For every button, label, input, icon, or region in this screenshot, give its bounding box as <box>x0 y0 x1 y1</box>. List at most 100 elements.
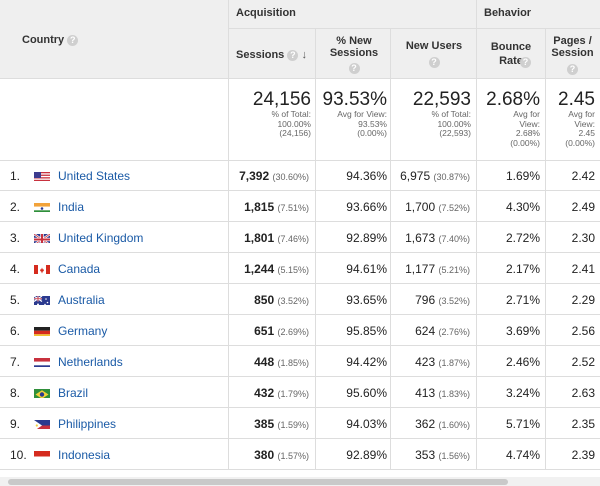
gb-flag-icon <box>34 233 50 243</box>
new-users-cell: 1,177 (5.21%) <box>390 262 470 276</box>
horizontal-scrollbar-thumb[interactable] <box>8 479 508 485</box>
new-users-cell: 796 (3.52%) <box>390 293 470 307</box>
country-link[interactable]: Indonesia <box>58 448 110 462</box>
de-flag-icon <box>34 325 50 336</box>
bounce-rate-cell: 3.24% <box>505 386 540 400</box>
total-bounce-rate-sub-4: (0.00%) <box>510 137 540 148</box>
total-pages-session-value: 2.45 <box>558 89 595 110</box>
de-flag-icon <box>34 327 50 336</box>
pages-session-column-header[interactable]: Pages / Session ? <box>545 35 600 75</box>
country-link[interactable]: Brazil <box>58 386 88 400</box>
sessions-cell: 651 (2.69%) <box>228 324 309 338</box>
sessions-percent: (7.51%) <box>277 203 309 213</box>
sessions-value: 385 <box>254 417 275 431</box>
new-sessions-cell: 94.61% <box>346 262 387 276</box>
new-sessions-column-header[interactable]: % New Sessions ? <box>318 35 390 74</box>
new-users-percent: (2.76%) <box>438 327 470 337</box>
country-link[interactable]: United Kingdom <box>58 231 143 245</box>
table-row: 7. Netherlands 448 (1.85%) 94.42% 423 (1… <box>0 346 600 377</box>
total-pages-session: 2.45 Avg for View: 2.45 (0.00%) <box>545 90 595 148</box>
sessions-value: 432 <box>254 386 275 400</box>
id-flag-icon <box>34 449 50 460</box>
help-icon[interactable]: ? <box>428 56 440 68</box>
sessions-percent: (1.79%) <box>277 389 309 399</box>
country-link[interactable]: India <box>58 200 84 214</box>
new-users-column-header[interactable]: New Users ? <box>393 40 475 68</box>
help-icon[interactable]: ? <box>567 63 578 75</box>
bounce-rate-cell: 2.72% <box>505 231 540 245</box>
help-icon[interactable]: ? <box>67 34 79 46</box>
help-icon[interactable]: ? <box>287 49 299 61</box>
new-users-value: 362 <box>415 417 436 431</box>
au-flag-icon <box>34 294 50 305</box>
table-row: 2. India 1,815 (7.51%) 93.66% 1,700 (7.5… <box>0 191 600 222</box>
country-link[interactable]: Canada <box>58 262 100 276</box>
bounce-rate-cell: 1.69% <box>505 169 540 183</box>
country-link[interactable]: Philippines <box>58 417 116 431</box>
country-link[interactable]: Germany <box>58 324 107 338</box>
new-users-percent: (7.52%) <box>438 203 470 213</box>
new-users-value: 1,177 <box>405 262 436 276</box>
country-link[interactable]: Netherlands <box>58 355 123 369</box>
bounce-rate-cell: 3.69% <box>505 324 540 338</box>
us-flag-icon <box>34 172 50 181</box>
row-number: 2. <box>10 200 21 214</box>
new-users-cell: 423 (1.87%) <box>390 355 470 369</box>
sessions-percent: (1.59%) <box>277 420 309 430</box>
sessions-cell: 850 (3.52%) <box>228 293 309 307</box>
sessions-percent: (30.60%) <box>272 172 309 182</box>
row-number: 5. <box>10 293 21 307</box>
au-flag-icon <box>34 295 50 305</box>
new-sessions-cell: 94.42% <box>346 355 387 369</box>
bounce-rate-cell: 4.30% <box>505 200 540 214</box>
sessions-percent: (5.15%) <box>277 265 309 275</box>
new-users-percent: (7.40%) <box>438 234 470 244</box>
table-row: 10. Indonesia 380 (1.57%) 92.89% 353 (1.… <box>0 439 600 470</box>
total-new-sessions: 93.53% Avg for View: 93.53% (0.00%) <box>315 90 387 139</box>
row-number: 8. <box>10 386 21 400</box>
sessions-column-header[interactable]: Sessions ? ↓ <box>236 49 307 61</box>
total-new-users-sub-3: (22,593) <box>439 128 471 138</box>
country-link[interactable]: United States <box>58 169 130 183</box>
sessions-header-label: Sessions <box>236 49 285 61</box>
new-users-cell: 1,673 (7.40%) <box>390 231 470 245</box>
table-row: 9. Philippines 385 (1.59%) 94.03% 362 (1… <box>0 408 600 439</box>
sessions-cell: 448 (1.85%) <box>228 355 309 369</box>
table-row: 4. Canada 1,244 (5.15%) 94.61% 1,177 (5.… <box>0 253 600 284</box>
group-header-divider <box>228 28 600 29</box>
new-users-value: 1,673 <box>405 231 436 245</box>
country-link[interactable]: Australia <box>58 293 105 307</box>
new-users-cell: 624 (2.76%) <box>390 324 470 338</box>
pages-session-cell: 2.35 <box>571 417 595 431</box>
new-sessions-cell: 94.03% <box>346 417 387 431</box>
new-users-cell: 362 (1.60%) <box>390 417 470 431</box>
sessions-value: 380 <box>254 448 275 462</box>
sessions-cell: 1,815 (7.51%) <box>228 200 309 214</box>
help-icon[interactable]: ? <box>520 57 531 68</box>
total-new-users-value: 22,593 <box>412 89 471 110</box>
new-users-percent: (30.87%) <box>433 172 470 182</box>
country-column-header[interactable]: Country ? <box>22 34 79 46</box>
new-users-percent: (5.21%) <box>438 265 470 275</box>
help-icon[interactable]: ? <box>348 62 360 74</box>
new-users-header-label: New Users <box>405 40 463 52</box>
ca-flag-icon <box>34 263 50 274</box>
bounce-rate-column-header[interactable]: Bounce Rate <box>480 40 542 68</box>
sessions-cell: 1,801 (7.46%) <box>228 231 309 245</box>
sessions-percent: (2.69%) <box>277 327 309 337</box>
new-sessions-cell: 93.66% <box>346 200 387 214</box>
sort-descending-icon[interactable]: ↓ <box>301 49 307 61</box>
row-number: 1. <box>10 169 21 183</box>
table-row: 6. Germany 651 (2.69%) 95.85% 624 (2.76%… <box>0 315 600 346</box>
row-number: 6. <box>10 324 21 338</box>
new-sessions-cell: 92.89% <box>346 231 387 245</box>
new-sessions-cell: 94.36% <box>346 169 387 183</box>
new-sessions-cell: 95.60% <box>346 386 387 400</box>
new-users-value: 624 <box>415 324 436 338</box>
new-users-value: 423 <box>415 355 436 369</box>
row-number: 4. <box>10 262 21 276</box>
bounce-rate-cell: 2.46% <box>505 355 540 369</box>
pages-session-header-label: Pages / Session <box>551 35 594 59</box>
new-users-percent: (1.83%) <box>438 389 470 399</box>
ph-flag-icon <box>34 418 50 429</box>
